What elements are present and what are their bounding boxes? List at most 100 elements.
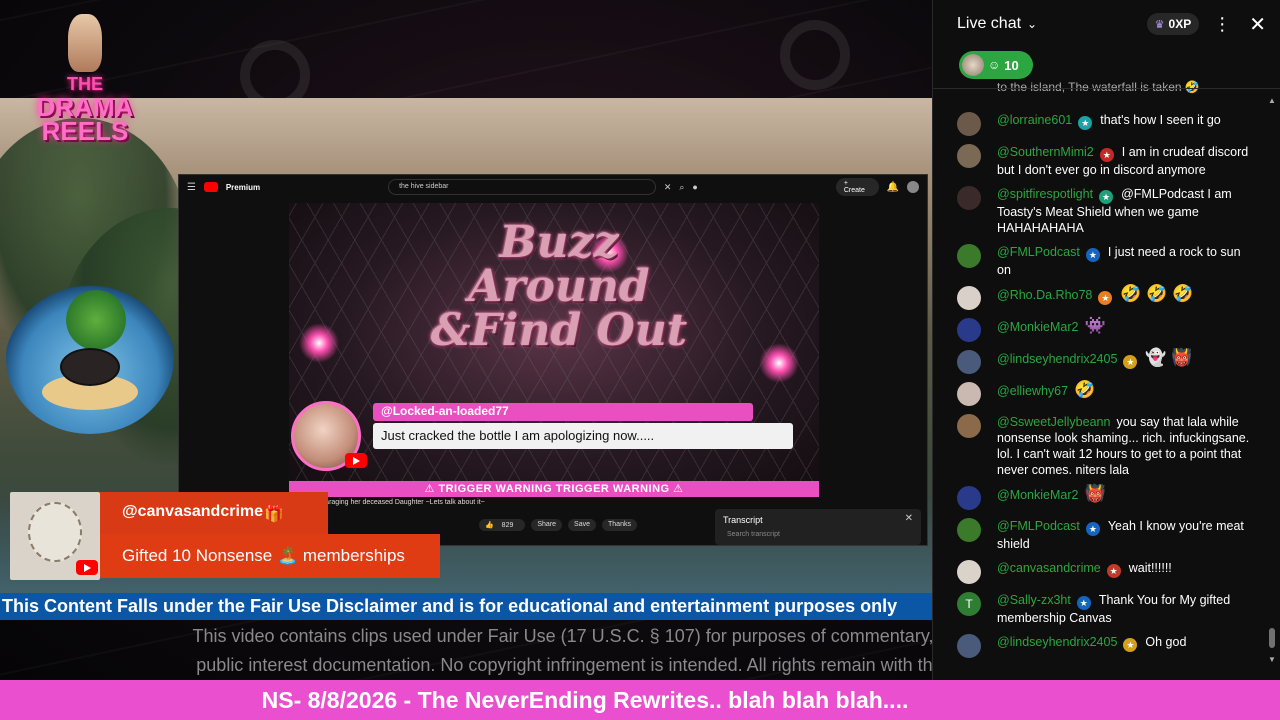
chat-author[interactable]: @FMLPodcast: [997, 245, 1080, 259]
chat-title[interactable]: Live chat: [957, 15, 1021, 33]
chat-avatar[interactable]: T: [957, 592, 981, 616]
chat-author[interactable]: @MonkieMar2: [997, 488, 1078, 502]
like-button[interactable]: 👍 829: [479, 519, 526, 531]
chat-message[interactable]: @spitfirespotlight ★ @FMLPodcast I am Toas…: [933, 182, 1267, 240]
chat-author[interactable]: @Sally-zx3ht: [997, 593, 1071, 607]
gifted-membership-alert: @canvasandcrime 🎁 Gifted 10 Nonsense 🏝️ …: [10, 492, 440, 580]
chat-message[interactable]: @FMLPodcast ★ I just need a rock to sun on: [933, 240, 1267, 282]
divider: [933, 88, 1280, 89]
chat-message[interactable]: @SsweetJellybeann you say that lala while…: [933, 410, 1267, 482]
chat-author[interactable]: @spitfirespotlight: [997, 187, 1093, 201]
chat-avatar[interactable]: [957, 186, 981, 210]
member-badge-icon: ★: [1076, 596, 1091, 610]
fair-use-notice: This video contains clips used under Fai…: [0, 622, 932, 680]
clear-search-icon[interactable]: ✕: [664, 182, 672, 193]
scrollbar-thumb[interactable]: [1269, 628, 1275, 648]
hamburger-menu-icon[interactable]: ☰: [187, 182, 196, 193]
chat-message-body: @lorraine601 ★ that's how I seen it go: [997, 112, 1221, 136]
chat-message-body: @MonkieMar2 👾: [997, 317, 1106, 342]
xp-badge[interactable]: ♛ 0XP: [1146, 13, 1200, 35]
chat-avatar[interactable]: [957, 112, 981, 136]
chat-text: 🤣: [1074, 380, 1096, 399]
chat-author[interactable]: @MonkieMar2: [997, 320, 1078, 334]
viewer-count-pill[interactable]: ☺ 10: [959, 51, 1033, 79]
gift-message: Gifted 10 Nonsense 🏝️ memberships: [100, 534, 440, 578]
chat-author[interactable]: @FMLPodcast: [997, 519, 1080, 533]
close-icon[interactable]: ✕: [1249, 12, 1266, 37]
save-button[interactable]: Save: [568, 519, 597, 531]
chat-author[interactable]: @lindseyhendrix2405: [997, 352, 1117, 366]
member-badge-icon: ★: [1085, 248, 1100, 262]
chat-author[interactable]: @Rho.Da.Rho78: [997, 288, 1092, 302]
chat-message-body: @Rho.Da.Rho78 ★ 🤣 🤣 🤣: [997, 284, 1194, 310]
create-button[interactable]: + Create: [835, 178, 879, 196]
member-badge-icon: ★: [1085, 522, 1100, 536]
chat-avatar[interactable]: [957, 286, 981, 310]
gifter-name: @canvasandcrime: [100, 492, 328, 534]
youtube-logo-icon[interactable]: [203, 182, 218, 192]
chat-message[interactable]: T @Sally-zx3ht ★ Thank You for My gifted me…: [933, 588, 1267, 630]
transcript-search-input[interactable]: Search transcript: [715, 531, 921, 538]
chat-author[interactable]: @canvasandcrime: [997, 561, 1101, 575]
chat-author[interactable]: @lorraine601: [997, 113, 1072, 127]
mic-icon[interactable]: ●: [692, 182, 697, 192]
search-icon[interactable]: ⌕: [679, 182, 684, 193]
chat-avatar[interactable]: [957, 414, 981, 438]
chat-message[interactable]: @SouthernMimi2 ★ I am in crudeaf discord b…: [933, 140, 1267, 182]
notifications-bell-icon[interactable]: 🔔: [887, 182, 899, 193]
chat-scrollbar[interactable]: ▲ ▼: [1268, 96, 1276, 664]
chat-avatar[interactable]: [957, 486, 981, 510]
chat-avatar[interactable]: [957, 634, 981, 658]
chat-avatar[interactable]: [957, 350, 981, 374]
chat-message[interactable]: @MonkieMar2 👹: [933, 482, 1267, 514]
chat-message[interactable]: @lorraine601 ★ that's how I seen it go: [933, 108, 1267, 140]
chat-avatar[interactable]: [957, 382, 981, 406]
chat-message[interactable]: @lindseyhendrix2405 ★ 👻 👹: [933, 346, 1267, 378]
close-icon[interactable]: ✕: [905, 513, 913, 524]
chat-message[interactable]: @Rho.Da.Rho78 ★ 🤣 🤣 🤣: [933, 282, 1267, 314]
crown-icon: ♛: [1154, 18, 1165, 31]
chat-avatar[interactable]: [957, 144, 981, 168]
member-badge-icon: ★: [1099, 190, 1114, 204]
chat-avatar[interactable]: [957, 318, 981, 342]
chat-message-body: @FMLPodcast ★ Yeah I know you're meat shie…: [997, 518, 1255, 552]
people-icon: ☺: [988, 58, 1001, 72]
more-options-icon[interactable]: ⋮: [1213, 14, 1231, 35]
film-reel-icon: [780, 20, 850, 90]
video-actions: 👍 829 Share Save Thanks: [479, 519, 637, 531]
chat-message[interactable]: @canvasandcrime ★ wait!!!!!!: [933, 556, 1267, 588]
title-line: Buzz: [499, 217, 619, 268]
thanks-button[interactable]: Thanks: [602, 519, 637, 531]
chat-message[interactable]: @lindseyhendrix2405 ★ Oh god: [933, 630, 1267, 662]
youtube-topbar: ☰ Premium the hive sidebar ✕ ⌕ ● + Creat…: [179, 175, 927, 199]
chat-message-body: @SouthernMimi2 ★ I am in crudeaf discord b…: [997, 144, 1255, 178]
chat-avatar[interactable]: [957, 560, 981, 584]
chat-message-body: @spitfirespotlight ★ @FMLPodcast I am Toas…: [997, 186, 1255, 236]
member-badge-icon: ★: [1078, 116, 1093, 130]
chevron-down-icon[interactable]: ⌄: [1027, 17, 1037, 31]
youtube-play-icon: [76, 560, 98, 575]
chat-message[interactable]: @elliewhy67 🤣: [933, 378, 1267, 410]
share-button[interactable]: Share: [531, 519, 563, 531]
viewer-count: 10: [1004, 57, 1019, 73]
chat-avatar[interactable]: [957, 244, 981, 268]
chat-text: 🤣 🤣 🤣: [1120, 284, 1194, 303]
chat-author[interactable]: @elliewhy67: [997, 384, 1068, 398]
chat-message[interactable]: @MonkieMar2 👾: [933, 314, 1267, 346]
chat-author[interactable]: @SsweetJellybeann: [997, 415, 1110, 429]
fair-use-line: public interest documentation. No copyri…: [196, 655, 932, 675]
avatar-figure: [28, 502, 82, 562]
chat-author[interactable]: @lindseyhendrix2405: [997, 635, 1117, 649]
scroll-down-icon[interactable]: ▼: [1268, 655, 1276, 664]
chat-message-body: @FMLPodcast ★ I just need a rock to sun on: [997, 244, 1255, 278]
chat-avatar[interactable]: [957, 518, 981, 542]
embedded-youtube-window: ☰ Premium the hive sidebar ✕ ⌕ ● + Creat…: [178, 174, 928, 546]
chat-message[interactable]: @FMLPodcast ★ Yeah I know you're meat shie…: [933, 514, 1267, 556]
chat-author[interactable]: @SouthernMimi2: [997, 145, 1094, 159]
transcript-title: Transcript: [723, 515, 763, 525]
account-avatar[interactable]: [907, 181, 919, 193]
youtube-search-input[interactable]: the hive sidebar: [388, 179, 656, 195]
fair-use-disclaimer-banner: This Content Falls under the Fair Use Di…: [0, 593, 932, 620]
chat-text: 👹: [1084, 484, 1106, 503]
scroll-up-icon[interactable]: ▲: [1268, 96, 1276, 105]
